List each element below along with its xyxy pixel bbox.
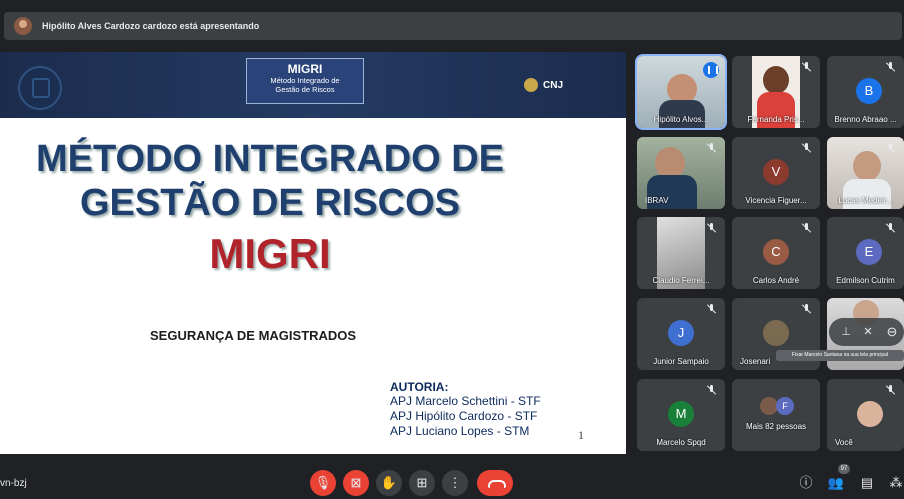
- participant-avatar: E: [856, 239, 882, 265]
- migri-box-title: MIGRI: [287, 62, 323, 76]
- authors-label: AUTORIA:: [390, 380, 449, 394]
- participant-name: Carlos André: [752, 276, 800, 285]
- slide-title-line-3: MIGRI: [209, 230, 331, 277]
- mic-off-icon: [886, 62, 896, 72]
- lock-icon: [18, 66, 62, 110]
- presenter-avatar: [14, 17, 32, 35]
- participant-avatar: J: [668, 320, 694, 346]
- chat-icon[interactable]: ▤: [857, 473, 877, 493]
- participant-tile[interactable]: C Carlos André: [732, 217, 820, 289]
- presenting-banner: Hipólito Alves Cardozo cardozo está apre…: [4, 12, 902, 40]
- participant-tile[interactable]: Claudio Ferrei...: [637, 217, 725, 289]
- presentation-slide: MIGRI Método Integrado de Gestão de Risc…: [0, 52, 626, 454]
- mic-off-icon: [802, 304, 812, 314]
- participant-avatar: C: [763, 239, 789, 265]
- participant-tile[interactable]: V Vicencia Figuer...: [732, 137, 820, 209]
- mic-off-icon: [707, 385, 717, 395]
- participant-tile[interactable]: B Brenno Abraao ...: [827, 56, 904, 128]
- participant-name: Você: [835, 438, 853, 447]
- mic-off-icon: [886, 385, 896, 395]
- participant-photo-avatar: [857, 401, 883, 427]
- participant-avatar: M: [668, 401, 694, 427]
- participant-name: Marcelo Spqd: [656, 438, 706, 447]
- mute-icon[interactable]: ✕: [855, 319, 881, 345]
- mic-off-icon: [886, 143, 896, 153]
- slide-title-line-2: GESTÃO DE RISCOS: [79, 182, 461, 224]
- person-face: [853, 151, 881, 181]
- more-vert-icon: ⋮: [448, 475, 462, 490]
- institution-logos: CNJ: [524, 78, 563, 92]
- mic-off-icon: [802, 62, 812, 72]
- more-participants-tile[interactable]: F Mais 82 pessoas: [732, 379, 820, 451]
- author-line: APJ Marcelo Schettini - STF: [390, 394, 541, 408]
- mic-off-icon: [802, 223, 812, 233]
- mic-off-icon: [707, 223, 717, 233]
- author-line: APJ Luciano Lopes - STM: [390, 424, 530, 438]
- participant-tile[interactable]: J Junior Sampaio: [637, 298, 725, 370]
- top-bar: Hipólito Alves Cardozo cardozo está apre…: [0, 0, 904, 52]
- present-button[interactable]: ⊞: [409, 470, 435, 496]
- participant-tile[interactable]: Fernanda Pris...: [732, 56, 820, 128]
- end-call-button[interactable]: [477, 470, 513, 496]
- participant-avatar: B: [856, 78, 882, 104]
- participant-count-badge: 97: [838, 464, 850, 474]
- participant-name: Junior Sampaio: [653, 357, 709, 366]
- slide-page-number: 1: [578, 428, 584, 442]
- cnj-logo: CNJ: [543, 79, 564, 91]
- mic-off-icon: [707, 304, 717, 314]
- speaking-icon: [703, 62, 719, 78]
- person-face: [763, 66, 789, 94]
- info-icon[interactable]: ⓘ: [796, 473, 816, 493]
- remove-icon[interactable]: ⊖: [879, 319, 904, 345]
- author-line: APJ Hipólito Cardozo - STF: [390, 409, 538, 423]
- more-options-button[interactable]: ⋮: [442, 470, 468, 496]
- participant-avatar: V: [763, 159, 789, 185]
- migri-box-subtitle-2: Gestão de Riscos: [275, 85, 335, 94]
- migri-box-subtitle-1: Método Integrado de: [270, 76, 340, 85]
- hand-icon: ✋: [380, 475, 398, 490]
- slide-title-line-1: MÉTODO INTEGRADO DE: [36, 138, 504, 180]
- participant-avatar: F: [776, 397, 794, 415]
- participant-name: Lucas Medeir...: [838, 196, 893, 205]
- participant-tile[interactable]: IBRAV: [637, 137, 725, 209]
- meeting-code: vn-bzj: [0, 478, 27, 489]
- emblem-icon: [524, 78, 538, 92]
- mic-off-icon: [802, 143, 812, 153]
- participant-name: Vicencia Figuer...: [745, 196, 807, 205]
- participant-name: Hipólito Alvos...: [653, 115, 709, 124]
- more-participants-label: Mais 82 pessoas: [745, 422, 807, 431]
- camera-toggle-button[interactable]: ⊠: [343, 470, 369, 496]
- raise-hand-button[interactable]: ✋: [376, 470, 402, 496]
- participant-name: Brenno Abraao ...: [834, 115, 897, 124]
- presenting-text: Hipólito Alves Cardozo cardozo está apre…: [42, 21, 260, 31]
- pin-tooltip: Fixar Marcelo Santana na sua tela princi…: [776, 350, 904, 361]
- people-icon[interactable]: 👥: [826, 473, 846, 493]
- activities-icon[interactable]: ⁂: [886, 473, 904, 493]
- participant-name: Claudio Ferrei...: [652, 276, 710, 285]
- participant-tile[interactable]: Hipólito Alvos...: [635, 54, 727, 130]
- participant-tile[interactable]: M Marcelo Spqd: [637, 379, 725, 451]
- authors-block: AUTORIA: APJ Marcelo Schettini - STF APJ…: [390, 380, 541, 439]
- migri-box: MIGRI Método Integrado de Gestão de Risc…: [246, 58, 364, 104]
- slide-subtitle: SEGURANÇA DE MAGISTRADOS: [150, 328, 357, 343]
- participant-tile[interactable]: Você: [827, 379, 904, 451]
- participant-photo-avatar: [763, 320, 789, 346]
- mic-off-icon: 🎙: [314, 475, 332, 490]
- participant-name: Edmilson Cutrim: [836, 276, 895, 285]
- mic-off-icon: [886, 223, 896, 233]
- mic-off-icon: [707, 143, 717, 153]
- participant-tile[interactable]: E Edmilson Cutrim: [827, 217, 904, 289]
- tile-hover-controls: ⊥ ✕ ⊖: [829, 318, 904, 346]
- participant-name: IBRAV: [645, 196, 669, 205]
- camera-off-icon: ⊠: [350, 475, 362, 490]
- participant-name: Fernanda Pris...: [747, 115, 805, 124]
- mic-toggle-button[interactable]: 🎙: [310, 470, 336, 496]
- present-icon: ⊞: [416, 475, 428, 490]
- participant-tile[interactable]: Lucas Medeir...: [827, 137, 904, 209]
- slide-header: MIGRI Método Integrado de Gestão de Risc…: [0, 52, 626, 118]
